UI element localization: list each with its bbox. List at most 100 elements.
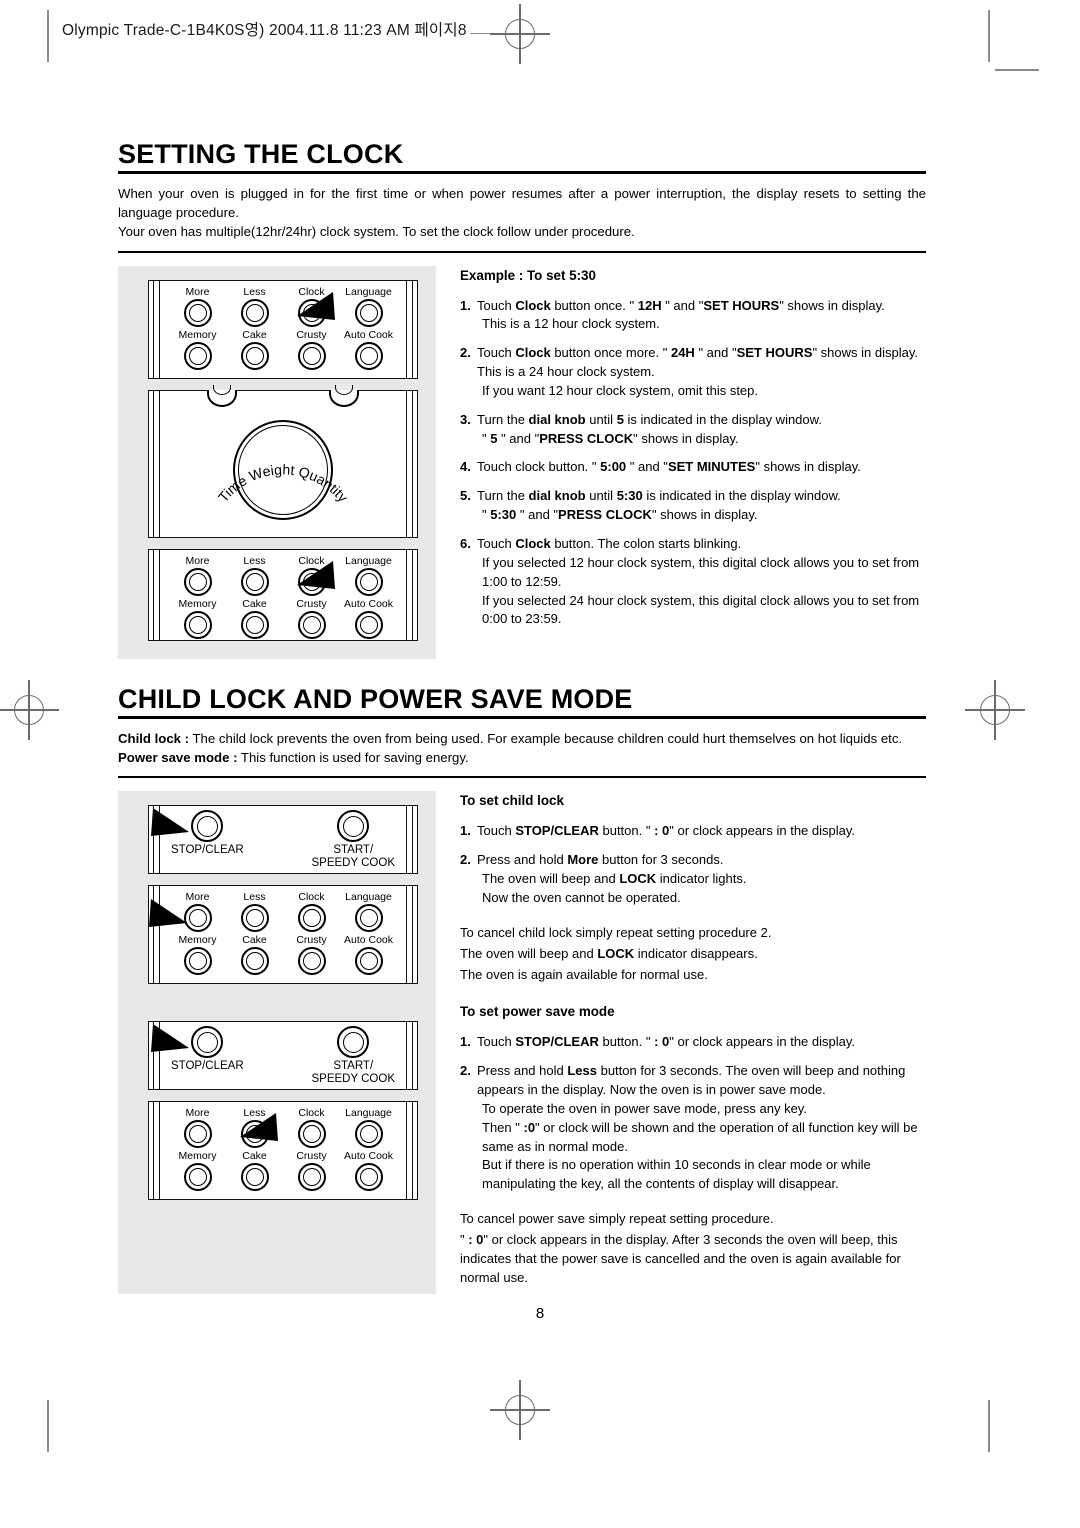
keypad-knob-icon[interactable] <box>183 1120 212 1149</box>
keypad-key-crusty[interactable]: Crusty <box>283 934 340 977</box>
keypad-key-label: Memory <box>178 597 217 610</box>
keypad-key-crusty[interactable]: Crusty <box>283 329 340 372</box>
keypad-key-auto-cook[interactable]: Auto Cook <box>340 1150 397 1193</box>
stop-clear-knob-icon[interactable] <box>191 1026 224 1059</box>
keypad-knob-icon[interactable] <box>297 947 326 976</box>
step-text: Touch STOP/CLEAR button. " : 0" or clock… <box>477 1034 856 1050</box>
keypad-knob-icon[interactable] <box>183 1163 212 1192</box>
keypad-knob-icon[interactable] <box>240 298 269 327</box>
keypad-knob-icon[interactable] <box>240 947 269 976</box>
keypad-knob-icon[interactable] <box>240 1120 269 1149</box>
svg-text:Time Weight Quantity: Time Weight Quantity <box>215 461 351 505</box>
control-panel-dial-figure: Time Weight Quantity <box>148 384 418 538</box>
instruction-step: 3. Turn the dial knob until 5 is indicate… <box>460 411 926 449</box>
keypad-key-more[interactable]: More <box>149 891 226 934</box>
stop-clear-button[interactable]: STOP/CLEAR <box>151 808 244 857</box>
keypad-key-language[interactable]: Language <box>340 891 397 934</box>
keypad-key-less[interactable]: Less <box>226 555 283 598</box>
section-intro-child-lock: Child lock : The child lock prevents the… <box>118 730 926 767</box>
start-speedy-cook-button[interactable]: START/ SPEEDY COOK <box>311 1026 395 1086</box>
keypad-knob-icon[interactable] <box>240 567 269 596</box>
figure-column-clock: More Less Clock Language Memory Cake Cru… <box>118 265 436 659</box>
keypad-knob-icon[interactable] <box>240 904 269 933</box>
keypad-key-memory[interactable]: Memory <box>169 329 226 372</box>
keypad-knob-icon[interactable] <box>183 947 212 976</box>
keypad-key-memory[interactable]: Memory <box>169 597 226 640</box>
keypad-knob-icon[interactable] <box>354 1120 383 1149</box>
keypad-knob-icon[interactable] <box>354 567 383 596</box>
keypad-key-less[interactable]: Less <box>226 286 283 329</box>
keypad-key-memory[interactable]: Memory <box>169 1150 226 1193</box>
keypad-key-more[interactable]: More <box>169 555 226 598</box>
start-speedy-cook-button[interactable]: START/ SPEEDY COOK <box>311 810 395 870</box>
keypad-row-1: More Less Clock Language <box>149 891 397 934</box>
keypad-key-clock[interactable]: Clock <box>283 891 340 934</box>
stop-clear-button[interactable]: STOP/CLEAR <box>151 1024 244 1073</box>
keypad-knob-icon[interactable] <box>297 610 326 639</box>
page-content: SETTING THE CLOCK When your oven is plug… <box>118 140 926 1294</box>
keypad-row-1: More Less Clock Language <box>169 1107 397 1150</box>
instruction-step: 2. Press and hold More button for 3 secon… <box>460 851 926 908</box>
keypad-knob-icon[interactable] <box>354 947 383 976</box>
step-number: 3. <box>460 411 471 427</box>
keypad-knob-icon[interactable] <box>183 341 212 370</box>
start-knob-icon[interactable] <box>337 810 370 843</box>
keypad-key-crusty[interactable]: Crusty <box>283 598 340 640</box>
keypad-key-more[interactable]: More <box>169 286 226 329</box>
keypad-key-language[interactable]: Language <box>340 286 397 329</box>
keypad-key-less[interactable]: Less <box>226 1107 283 1150</box>
keypad-knob-icon[interactable] <box>354 610 383 639</box>
section-title-setting-the-clock: SETTING THE CLOCK <box>118 139 404 169</box>
keypad-key-label: Less <box>243 554 266 567</box>
keypad-knob-icon[interactable] <box>297 341 326 370</box>
registration-mark-left-middle <box>0 680 59 740</box>
keypad-key-clock[interactable]: Clock <box>283 555 340 598</box>
keypad-key-crusty[interactable]: Crusty <box>283 1150 340 1193</box>
keypad-key-cake[interactable]: Cake <box>226 598 283 640</box>
keypad-knob-icon[interactable] <box>354 341 383 370</box>
instruction-step: 4. Touch clock button. " 5:00 " and "SET … <box>460 458 926 477</box>
keypad-key-auto-cook[interactable]: Auto Cook <box>340 598 397 640</box>
keypad-knob-icon[interactable] <box>183 567 212 596</box>
keypad-key-cake[interactable]: Cake <box>226 329 283 372</box>
keypad-knob-icon[interactable] <box>183 904 212 933</box>
keypad-key-memory[interactable]: Memory <box>169 934 226 977</box>
keypad-knob-icon[interactable] <box>354 298 383 327</box>
keypad-knob-icon[interactable] <box>354 904 383 933</box>
stop-clear-knob-icon[interactable] <box>191 810 224 843</box>
keypad-knob-icon[interactable] <box>354 1163 383 1192</box>
keypad-knob-icon[interactable] <box>240 341 269 370</box>
keypad-key-label: Less <box>243 285 266 298</box>
keypad-knob-icon[interactable] <box>297 1120 326 1149</box>
keypad-knob-icon[interactable] <box>240 1163 269 1192</box>
control-panel-keypad-figure: More Less Clock Language Memory Cake Cru… <box>148 1101 418 1201</box>
keypad-key-label: Memory <box>178 328 217 341</box>
keypad-knob-icon[interactable] <box>297 1163 326 1192</box>
keypad-key-clock[interactable]: Clock <box>283 1107 340 1150</box>
keypad-knob-icon[interactable] <box>240 610 269 639</box>
panel-rail-right <box>406 806 413 874</box>
keypad-key-label: Crusty <box>296 328 327 341</box>
keypad-key-auto-cook[interactable]: Auto Cook <box>340 934 397 977</box>
control-panel-stop-start-figure: STOP/CLEAR START/ SPEEDY COOK <box>148 805 418 875</box>
start-knob-icon[interactable] <box>337 1026 370 1059</box>
keypad-key-language[interactable]: Language <box>340 1107 397 1150</box>
keypad-key-auto-cook[interactable]: Auto Cook <box>340 329 397 372</box>
keypad-key-clock[interactable]: Clock <box>283 286 340 329</box>
keypad-knob-icon[interactable] <box>183 610 212 639</box>
keypad-key-label: Language <box>345 891 392 904</box>
keypad-knob-icon[interactable] <box>297 298 326 327</box>
keypad-key-less[interactable]: Less <box>226 891 283 934</box>
keypad-knob-icon[interactable] <box>183 298 212 327</box>
page-number: 8 <box>535 1305 545 1322</box>
keypad-key-label: Clock <box>298 1107 325 1120</box>
keypad-key-cake[interactable]: Cake <box>226 934 283 977</box>
intro-rule <box>118 776 926 779</box>
keypad-knob-icon[interactable] <box>297 567 326 596</box>
crop-line-bottom-right-vertical <box>988 1400 990 1452</box>
keypad-key-more[interactable]: More <box>169 1107 226 1150</box>
keypad-key-language[interactable]: Language <box>340 555 397 598</box>
keypad-key-cake[interactable]: Cake <box>226 1150 283 1193</box>
instructions-heading-power-save: To set power save mode <box>460 1004 615 1020</box>
keypad-knob-icon[interactable] <box>297 904 326 933</box>
